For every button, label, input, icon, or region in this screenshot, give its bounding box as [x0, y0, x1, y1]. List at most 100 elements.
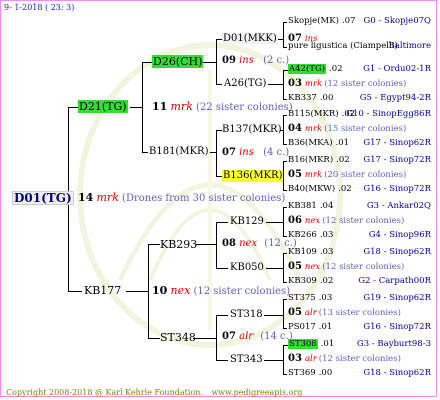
ancestor-entry[interactable]: A42(TG) .02	[288, 64, 343, 74]
drone-line: 14 mrk (Drones from 30 sister colonies)	[78, 192, 285, 204]
ancestor-entry[interactable]: B40(MKW) .02	[288, 185, 352, 194]
drone-grandfather[interactable]: B181(MKR)	[149, 147, 208, 157]
ancestor-queen[interactable]: D01(MKK)	[222, 34, 278, 44]
line-number: 11	[152, 100, 168, 113]
sister-colonies-note: (13 sister colonies)	[318, 308, 401, 318]
drone-line: 05 nex (12 sister colonies)	[288, 262, 404, 272]
ancestor-entry[interactable]: KB266.03	[288, 231, 333, 240]
ancestor-entry[interactable]: ST375.03	[288, 294, 332, 303]
ancestor-drone[interactable]: KB050	[230, 263, 264, 273]
connector	[283, 207, 287, 208]
connector	[283, 190, 287, 191]
ancestor-entry[interactable]: ST369.00	[288, 369, 332, 378]
ancestor-entry[interactable]: ST308.01	[288, 339, 334, 349]
line-marker: alr	[304, 354, 317, 364]
ancestor-entry[interactable]: KB309.02	[288, 277, 333, 286]
ancestor-location-cell: G2 - Carpath00R	[358, 277, 431, 286]
ancestor-id: ST369	[288, 368, 316, 378]
queen-mother[interactable]: D21(TG)	[78, 100, 128, 113]
ancestor-location-cell: G4 - Sinop96R	[369, 231, 431, 240]
ancestor-queen[interactable]: B137(MKR)	[222, 125, 281, 135]
drone-line: 08 nex (12 c.)	[222, 239, 297, 249]
line-number: 08	[222, 238, 236, 249]
connector	[283, 144, 287, 145]
copyright-text: Copyright 2008-2018 @ Karl Kehrle Founda…	[6, 388, 203, 397]
connector	[283, 374, 287, 375]
line-marker: alr	[304, 308, 317, 318]
drone-line: 07 alr (14 c.)	[222, 332, 293, 342]
connector	[283, 236, 287, 237]
footer-copyright: Copyright 2008-2018 @ Karl Kehrle Founda…	[6, 389, 302, 397]
ancestor-drone[interactable]: ST348	[160, 332, 196, 343]
ancestor-entry[interactable]: PS017.01	[288, 323, 332, 332]
connector	[283, 328, 287, 329]
connector	[216, 315, 228, 316]
ancestor-entry[interactable]: B16(MKR) .02	[288, 156, 350, 165]
connector	[283, 22, 284, 48]
connector	[283, 70, 284, 100]
line-number: 10	[152, 284, 168, 297]
ancestor-year: .02	[338, 184, 352, 194]
ancestor-entry[interactable]: KB381.04	[288, 202, 333, 211]
ancestor-drone[interactable]: B136(MKR)	[222, 170, 284, 182]
sister-colonies-note: (12 sister colonies)	[193, 286, 291, 297]
connector	[126, 291, 149, 292]
ancestor-location: G18 - Sinop62R	[363, 368, 431, 378]
line-marker: mrk	[170, 100, 193, 113]
ancestor-location-cell: G1 - Ordu02-1R	[363, 65, 431, 74]
ancestor-location: G17 - Sinop72R	[363, 155, 431, 165]
ancestor-queen[interactable]: ST318	[230, 310, 263, 320]
connector	[283, 299, 287, 300]
ancestor-location: G19 - Sinop62R	[363, 293, 431, 303]
site-link[interactable]: www.pedigreeapis.org	[211, 388, 302, 397]
line-marker: alr	[239, 331, 254, 342]
ancestor-year: .02	[329, 64, 343, 74]
connector	[142, 62, 152, 63]
ancestor-location-cell: G18 - Sinop62R	[363, 248, 431, 257]
ancestor-id: B115(MKR)	[288, 109, 339, 119]
sister-colonies-note: (12 sister colonies)	[318, 354, 401, 364]
connector	[216, 222, 217, 269]
connector	[216, 84, 222, 85]
root-queen[interactable]: D01(TG)	[12, 191, 74, 205]
ancestor-entry[interactable]: B36(MKA) .01	[288, 139, 349, 148]
ancestor-drone[interactable]: ST343	[230, 355, 263, 365]
connector	[216, 268, 228, 269]
ancestor-entry[interactable]: B115(MKR) .02	[288, 110, 355, 119]
line-number: 03	[288, 353, 302, 364]
connector	[283, 161, 287, 162]
connector	[216, 130, 217, 177]
drone-father[interactable]: KB177	[84, 285, 121, 296]
drone-line: 10 nex (12 sister colonies)	[152, 285, 290, 297]
queen-grandmother[interactable]: D26(CH)	[152, 55, 204, 68]
ancestor-location-cell: G17 - Sinop62R	[363, 139, 431, 148]
line-number: 09	[222, 55, 236, 66]
ancestor-year: .03	[319, 247, 334, 257]
ancestor-year: .02	[319, 276, 334, 286]
ancestor-queen[interactable]: KB293	[160, 239, 197, 250]
line-number: 14	[78, 191, 94, 204]
ancestor-entry[interactable]: Skopje(MK) .07	[288, 17, 355, 26]
drone-line: 11 mrk (22 sister colonies)	[152, 101, 293, 113]
ancestor-entry[interactable]: KB337.00	[288, 94, 333, 103]
connector	[216, 360, 228, 361]
sister-colonies-note: (Drones from 30 sister colonies)	[122, 193, 286, 204]
connector	[283, 47, 287, 48]
connector	[195, 244, 217, 245]
ancestor-entry[interactable]: KB109.03	[288, 248, 333, 257]
connector	[148, 338, 160, 339]
ancestor-entry[interactable]: pure ligustica (Ciampelli)	[288, 42, 398, 51]
ancestor-location: G0 - Skopje07Q	[363, 16, 431, 26]
connector	[264, 315, 284, 316]
drone-line: 05 mrk (20 sister colonies)	[288, 170, 406, 180]
drone-line: 09 ins (2 c.)	[222, 56, 289, 66]
line-marker: mrk	[304, 170, 323, 180]
sister-colonies-note: (4 c.)	[263, 147, 290, 158]
line-number: 06	[288, 215, 302, 226]
sister-colonies-note: (12 sister colonies)	[322, 216, 405, 226]
ancestor-drone[interactable]: A26(TG)	[224, 79, 266, 89]
ancestor-queen[interactable]: KB129	[230, 217, 264, 227]
ancestor-id: PS017	[288, 322, 316, 332]
sister-colonies-note: (12 sister colonies)	[322, 262, 405, 272]
ancestor-id: KB381	[288, 201, 317, 211]
